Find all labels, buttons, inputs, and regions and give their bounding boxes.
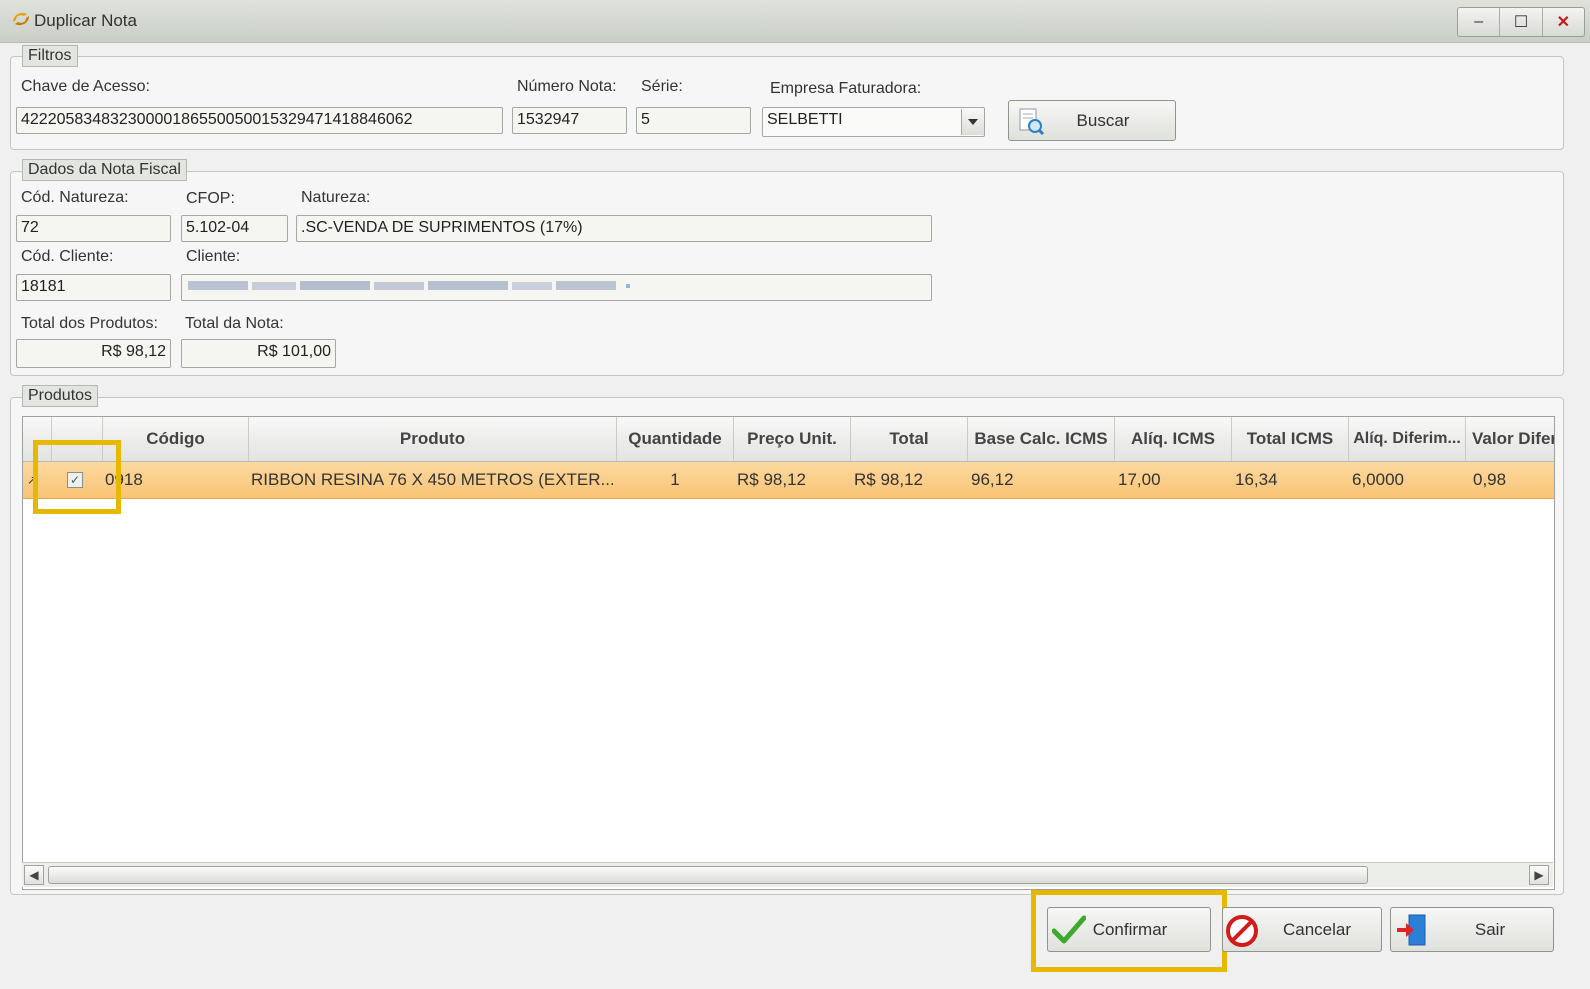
chave-label: Chave de Acesso: <box>21 78 150 95</box>
filtros-legend: Filtros <box>22 45 78 67</box>
produtos-grid[interactable]: Código Produto Quantidade Preço Unit. To… <box>22 416 1555 890</box>
header-produto[interactable]: Produto <box>249 417 617 461</box>
scroll-left-icon[interactable]: ◀ <box>24 865 44 885</box>
window-title: Duplicar Nota <box>34 11 137 30</box>
header-total-icms[interactable]: Total ICMS <box>1232 417 1349 461</box>
total-produtos-label: Total dos Produtos: <box>21 315 158 332</box>
cliente-field[interactable] <box>181 274 932 301</box>
cfop-label: CFOP: <box>186 190 235 207</box>
header-aliq-icms[interactable]: Alíq. ICMS <box>1115 417 1232 461</box>
total-produtos-field[interactable]: R$ 98,12 <box>16 339 171 368</box>
cell-total-icms: 16,34 <box>1235 470 1278 489</box>
cell-quantidade: 1 <box>670 470 680 489</box>
sair-label: Sair <box>1474 919 1506 939</box>
close-button[interactable]: ✕ <box>1543 8 1584 36</box>
produtos-legend: Produtos <box>22 385 99 407</box>
natureza-label: Natureza: <box>301 189 371 206</box>
cell-base-calc-icms: 96,12 <box>971 470 1014 489</box>
title-bar <box>0 0 1590 43</box>
confirmar-button[interactable]: Confirmar <box>1047 907 1211 952</box>
scroll-right-icon[interactable]: ▶ <box>1529 865 1549 885</box>
empresa-dropdown-button[interactable] <box>961 109 984 135</box>
minimize-button[interactable]: – <box>1458 8 1501 36</box>
header-codigo[interactable]: Código <box>103 417 249 461</box>
chevron-down-icon <box>968 119 978 125</box>
maximize-button[interactable]: ☐ <box>1500 8 1543 36</box>
total-nota-field[interactable]: R$ 101,00 <box>181 339 336 368</box>
header-valor-difer[interactable]: Valor Difer <box>1466 417 1554 461</box>
grid-header: Código Produto Quantidade Preço Unit. To… <box>23 417 1554 462</box>
total-nota-label: Total da Nota: <box>185 315 284 332</box>
app-logo-icon <box>13 12 29 26</box>
cancelar-button[interactable]: Cancelar <box>1222 907 1382 952</box>
cod-natureza-label: Cód. Natureza: <box>21 189 129 206</box>
cell-preco-unit: R$ 98,12 <box>737 470 806 489</box>
chave-acesso-field[interactable]: 4222058348323000018655005001532947141884… <box>16 107 503 134</box>
empresa-label: Empresa Faturadora: <box>770 80 922 97</box>
table-row[interactable]: ↗ ✓ 0918 RIBBON RESINA 76 X 450 METROS (… <box>23 462 1554 499</box>
header-quantidade[interactable]: Quantidade <box>617 417 734 461</box>
empresa-select[interactable]: SELBETTI <box>762 107 985 137</box>
exit-door-icon <box>1397 914 1426 946</box>
natureza-field[interactable]: .SC-VENDA DE SUPRIMENTOS (17%) <box>296 215 932 242</box>
cell-total: R$ 98,12 <box>854 470 923 489</box>
search-document-icon <box>1019 108 1045 135</box>
header-preco-unit[interactable]: Preço Unit. <box>734 417 851 461</box>
buscar-label: Buscar <box>1076 110 1130 130</box>
cell-codigo: 0918 <box>105 470 143 489</box>
serie-label: Série: <box>641 78 683 95</box>
empresa-select-value: SELBETTI <box>767 111 843 128</box>
cell-valor-difer: 0,98 <box>1473 470 1507 489</box>
header-base-calc-icms[interactable]: Base Calc. ICMS <box>968 417 1115 461</box>
numero-nota-label: Número Nota: <box>517 78 617 95</box>
numero-nota-field[interactable]: 1532947 <box>512 107 627 134</box>
cod-cliente-label: Cód. Cliente: <box>21 248 114 265</box>
cliente-label: Cliente: <box>186 248 241 265</box>
cell-aliq-diferim: 6,0000 <box>1352 470 1404 489</box>
highlight-checkbox-box <box>33 440 121 514</box>
window-controls: – ☐ ✕ <box>1457 7 1585 37</box>
cod-natureza-field[interactable]: 72 <box>16 215 171 242</box>
header-total[interactable]: Total <box>851 417 968 461</box>
scroll-thumb[interactable] <box>48 866 1368 884</box>
cancel-icon <box>1226 915 1258 947</box>
buscar-button[interactable]: Buscar <box>1008 100 1176 141</box>
redacted-client-name <box>188 281 630 290</box>
cod-cliente-field[interactable]: 18181 <box>16 274 171 301</box>
cell-aliq-icms: 17,00 <box>1118 470 1161 489</box>
cancelar-label: Cancelar <box>1282 919 1352 939</box>
horizontal-scrollbar[interactable]: ◀ ▶ <box>22 862 1553 887</box>
cfop-field[interactable]: 5.102-04 <box>181 215 288 242</box>
serie-field[interactable]: 5 <box>636 107 751 134</box>
check-icon <box>1052 915 1086 944</box>
header-aliq-diferim[interactable]: Alíq. Diferim... <box>1349 417 1466 461</box>
sair-button[interactable]: Sair <box>1390 907 1554 952</box>
dados-legend: Dados da Nota Fiscal <box>22 159 187 181</box>
cell-produto: RIBBON RESINA 76 X 450 METROS (EXTER... <box>251 470 613 489</box>
confirmar-label: Confirmar <box>1092 919 1168 939</box>
